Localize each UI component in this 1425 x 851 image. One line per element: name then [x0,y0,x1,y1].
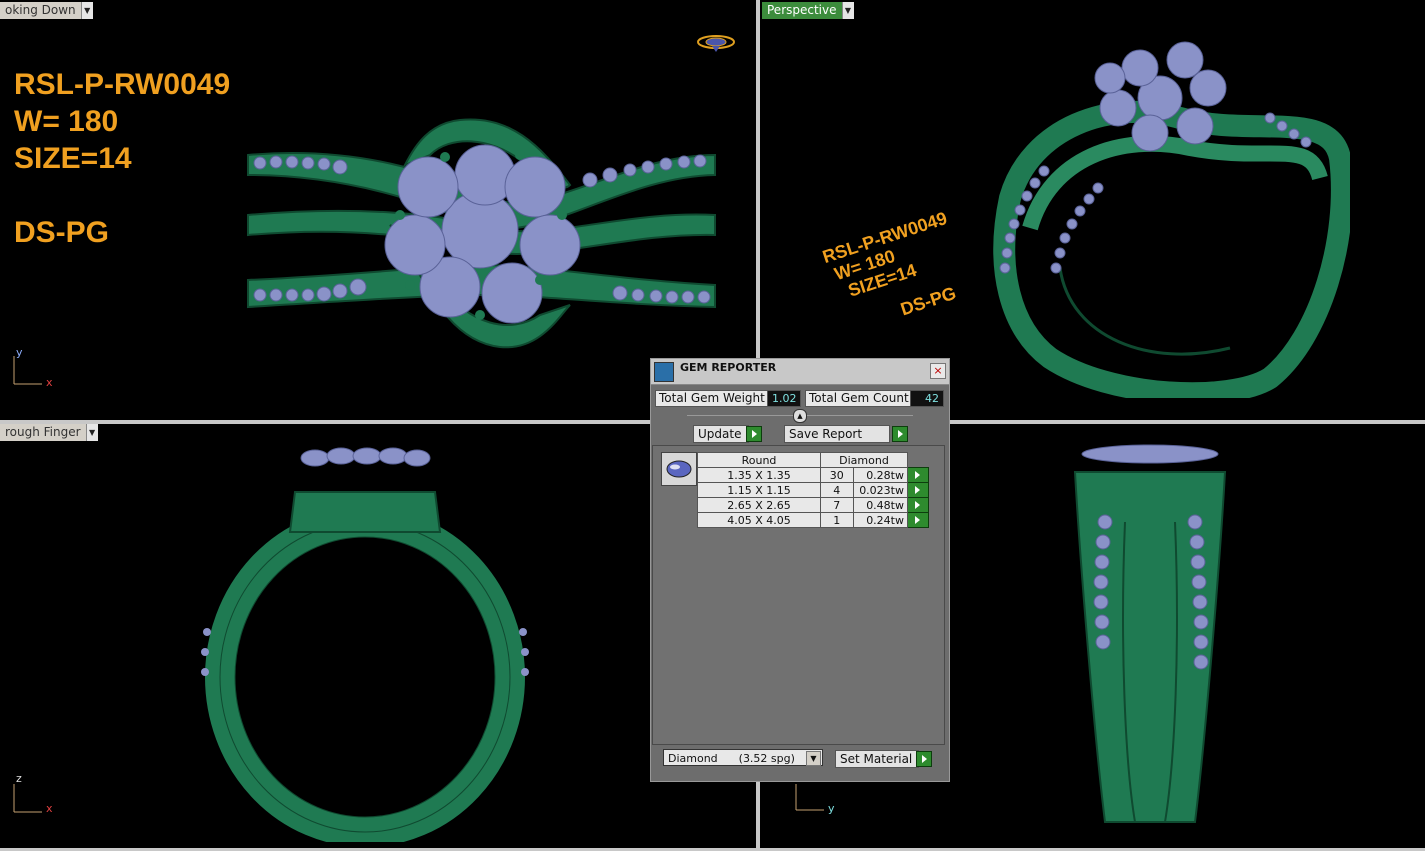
gem-weight: 0.24tw [852,512,909,528]
round-gem-thumbnail-icon [661,452,697,486]
ring-annotation: RSL-P-RW0049 W= 180 SIZE=14 DS-PG [14,66,230,251]
total-gem-count-value: 42 [910,390,944,407]
viewport-looking-down[interactable]: oking Down ▼ RSL-P-RW0049 W= 180 SIZE=14… [0,0,756,420]
gem-size: 2.65 X 2.65 [697,497,821,513]
view-cube-icon[interactable] [695,32,737,54]
row-play-icon[interactable] [907,482,929,498]
viewport-label-looking-down[interactable]: oking Down ▼ [0,2,93,19]
row-play-icon[interactable] [907,467,929,483]
viewport-label-text: oking Down [0,2,81,19]
save-report-play-icon[interactable] [892,426,908,442]
gem-count: 30 [820,467,854,483]
gem-weight: 0.023tw [852,482,909,498]
annotation-line: SIZE=14 [14,142,132,175]
dialog-title-bar[interactable]: GEM REPORTER × [651,359,949,385]
ring-side-view-model [1073,444,1227,823]
chevron-down-icon[interactable]: ▼ [80,2,93,19]
gem-table: Round Diamond 1.35 X 1.35 30 0.28tw 1.15… [697,452,929,528]
viewport-label-text: rough Finger [0,424,86,441]
gem-reporter-app-icon [654,362,674,382]
header-material: Diamond [820,452,908,468]
ring-top-view-model [247,118,716,349]
perspective-annotation: RSL-P-RW0049 W= 180 SIZE=14 DS-PG [820,208,972,337]
update-play-icon[interactable] [746,426,762,442]
annotation-line: W= 180 [14,105,119,138]
close-icon[interactable]: × [930,363,946,379]
dialog-title: GEM REPORTER [680,361,777,374]
gem-list-panel: Round Diamond 1.35 X 1.35 30 0.28tw 1.15… [652,445,945,745]
row-play-icon[interactable] [907,497,929,513]
viewport-through-finger[interactable]: rough Finger ▼ z x [0,424,756,848]
gem-reporter-dialog[interactable]: GEM REPORTER × Total Gem Weight 1.02 Tot… [650,358,950,782]
set-material-button[interactable]: Set Material [835,750,919,768]
update-button[interactable]: Update [693,425,749,443]
gem-size: 4.05 X 4.05 [697,512,821,528]
gem-weight: 0.48tw [852,497,909,513]
total-gem-count-label: Total Gem Count [805,390,913,407]
table-row[interactable]: 4.05 X 4.05 1 0.24tw [697,512,929,528]
axis-y-label: y [828,802,835,815]
ring-front-view-model [201,447,529,842]
collapse-arrow-icon[interactable]: ▲ [793,409,807,423]
save-report-button[interactable]: Save Report [784,425,890,443]
total-gem-weight-label: Total Gem Weight [655,390,769,407]
set-material-play-icon[interactable] [916,751,932,767]
annotation-line: RSL-P-RW0049 [14,68,231,101]
table-row[interactable]: 1.15 X 1.15 4 0.023tw [697,482,929,498]
total-gem-weight-value: 1.02 [767,390,801,407]
axis-z-label: z [16,772,22,785]
axis-x-label: x [46,376,53,389]
annotation-line: DS-PG [14,216,110,249]
table-row[interactable]: 2.65 X 2.65 7 0.48tw [697,497,929,513]
row-play-icon[interactable] [907,512,929,528]
gem-size: 1.35 X 1.35 [697,467,821,483]
axis-y-label: y [16,346,23,359]
axis-x-label: x [46,802,53,815]
gem-count: 7 [820,497,854,513]
table-row[interactable]: 1.35 X 1.35 30 0.28tw [697,467,929,483]
viewport-perspective[interactable]: Perspective ▼ RSL-P-RW0049 W= 180 SIZE=1… [760,0,1425,420]
header-shape: Round [697,452,821,468]
chevron-down-icon[interactable]: ▼ [841,2,854,19]
viewport-label-through-finger[interactable]: rough Finger ▼ [0,424,98,441]
gem-count: 1 [820,512,854,528]
chevron-down-icon[interactable]: ▼ [806,751,821,766]
gem-weight: 0.28tw [852,467,909,483]
annotation-spacer [14,177,230,214]
viewport-label-text: Perspective [762,2,842,19]
chevron-down-icon[interactable]: ▼ [85,424,98,441]
table-header-row: Round Diamond [697,452,929,468]
viewport-label-perspective[interactable]: Perspective ▼ [762,2,854,19]
material-select[interactable]: Diamond (3.52 spg) ▼ [663,749,823,766]
gem-size: 1.15 X 1.15 [697,482,821,498]
gem-count: 4 [820,482,854,498]
ring-perspective-model [993,41,1350,398]
material-select-value: Diamond (3.52 spg) [668,752,795,765]
